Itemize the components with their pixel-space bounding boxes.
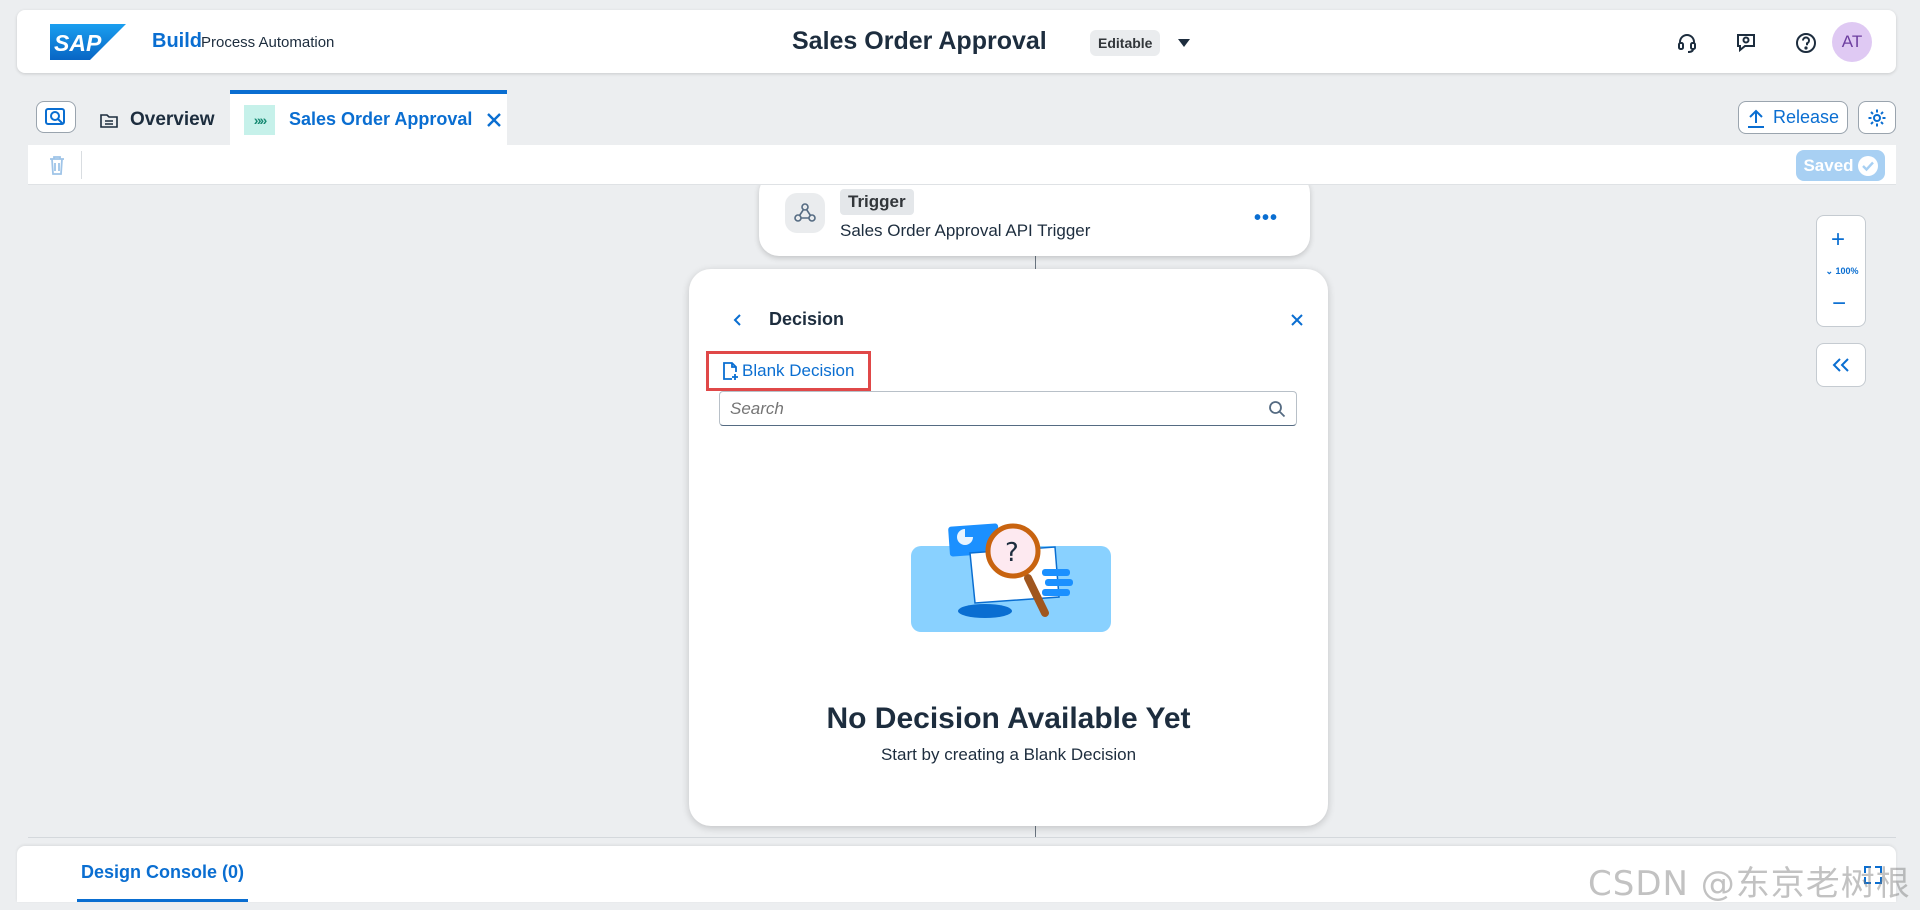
saved-label: Saved <box>1803 155 1854 175</box>
gear-icon <box>1868 109 1886 126</box>
chevron-down-icon: ⌄ <box>1825 266 1836 276</box>
zoom-control: + ⌄ 100% − <box>1816 215 1866 327</box>
zoom-out-button[interactable]: − <box>1832 290 1846 318</box>
headset-icon[interactable] <box>1672 28 1702 58</box>
status-badge: Editable <box>1090 30 1161 56</box>
empty-state-title: No Decision Available Yet <box>826 702 1191 735</box>
decision-panel: Decision Blank Decision Search ? No Deci… <box>689 269 1328 826</box>
empty-state-subtitle: Start by creating a Blank Decision <box>880 745 1137 764</box>
search-process-button[interactable] <box>36 101 76 133</box>
shell-bar: SAP Build Process Automation Sales Order… <box>17 10 1896 73</box>
upload-icon <box>1747 109 1764 128</box>
app-title: Sales Order Approval <box>792 27 1047 55</box>
sap-logo[interactable]: SAP <box>50 24 126 60</box>
feedback-icon[interactable] <box>1731 28 1761 58</box>
svg-text:?: ? <box>1005 538 1019 568</box>
search-field[interactable] <box>719 391 1297 426</box>
svg-text:SAP: SAP <box>54 30 102 56</box>
tab-design-console[interactable]: Design Console (0) <box>77 846 249 902</box>
process-icon: »» <box>244 104 275 135</box>
api-trigger-icon <box>785 193 825 233</box>
search-input[interactable] <box>730 398 1268 419</box>
close-tab-icon[interactable] <box>485 111 503 129</box>
trigger-card[interactable]: Trigger Sales Order Approval API Trigger… <box>759 185 1310 256</box>
delete-icon[interactable] <box>46 154 68 176</box>
no-data-illustration: ? <box>911 523 1111 632</box>
release-label: Release <box>1772 107 1840 127</box>
trigger-tag: Trigger <box>840 189 914 215</box>
panel-title: Decision <box>769 309 845 329</box>
back-icon[interactable] <box>731 313 745 327</box>
caret-down-icon[interactable] <box>1176 36 1192 50</box>
tab-active-label: Sales Order Approval <box>289 109 473 129</box>
product-subtitle: Process Automation <box>201 34 335 51</box>
blank-decision-button[interactable]: Blank Decision <box>706 351 871 391</box>
search-icon[interactable] <box>1268 400 1286 418</box>
watermark: CSDN @东京老树根 <box>1588 864 1911 904</box>
trigger-name: Sales Order Approval API Trigger <box>840 221 1091 240</box>
release-button[interactable]: Release <box>1738 101 1848 134</box>
tab-bar: Overview »» Sales Order Approval Release <box>28 90 1896 145</box>
more-options-icon[interactable]: ••• <box>1254 207 1278 230</box>
tab-overview[interactable]: Overview <box>100 106 215 134</box>
zoom-level-dropdown[interactable]: ⌄ 100% <box>1821 266 1863 277</box>
blank-decision-label: Blank Decision <box>742 361 855 380</box>
process-canvas[interactable]: Trigger Sales Order Approval API Trigger… <box>28 185 1896 838</box>
tab-sales-order-approval[interactable]: »» Sales Order Approval <box>230 90 507 145</box>
zoom-level-value: 100% <box>1835 266 1859 276</box>
avatar[interactable]: AT <box>1832 22 1872 62</box>
collapse-panel-button[interactable] <box>1816 343 1866 387</box>
search-icon <box>45 108 65 125</box>
help-icon[interactable] <box>1791 28 1821 58</box>
toolbar-divider <box>81 151 82 179</box>
flow-connector <box>1035 826 1036 837</box>
add-document-icon <box>723 362 738 380</box>
folder-icon <box>100 114 118 128</box>
checkmark-icon <box>1857 155 1878 176</box>
product-name: Build <box>152 30 202 52</box>
close-icon[interactable] <box>1290 313 1304 327</box>
flow-connector <box>1035 256 1036 269</box>
tab-overview-label: Overview <box>130 109 215 130</box>
saved-button[interactable]: Saved <box>1796 150 1885 181</box>
settings-button[interactable] <box>1858 101 1896 134</box>
canvas-toolbar: Saved <box>28 145 1896 185</box>
zoom-in-button[interactable]: + <box>1831 226 1845 254</box>
double-chevron-left-icon <box>1832 358 1849 372</box>
